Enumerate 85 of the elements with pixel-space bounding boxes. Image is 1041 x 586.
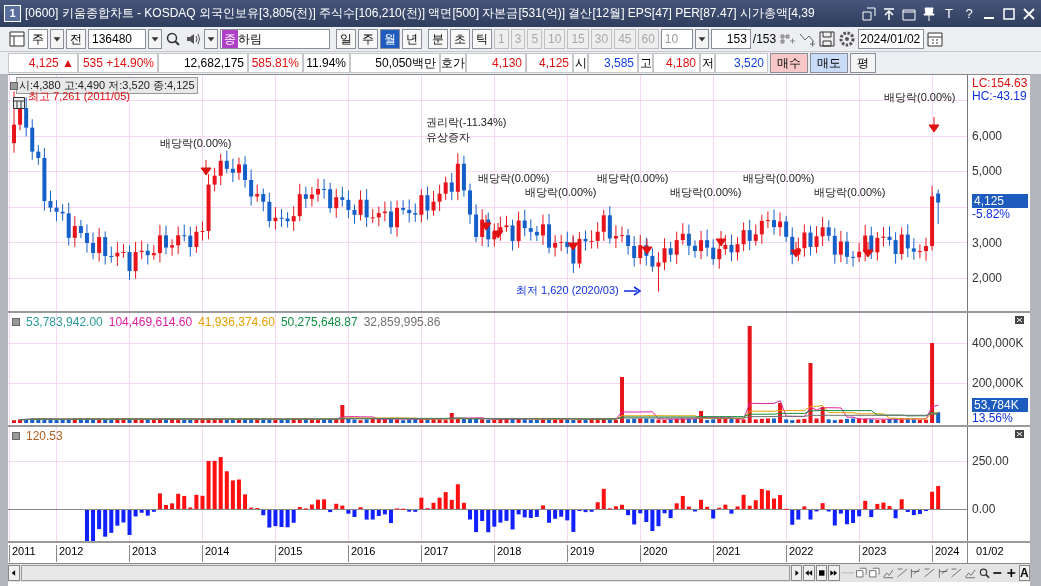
- low-label: 최저 1,620 (2020/03): [516, 283, 619, 298]
- date-label: 2013: [129, 545, 157, 562]
- text-size-button[interactable]: A: [1018, 565, 1030, 581]
- legend-value: 41,936,374.60: [198, 315, 275, 329]
- quote-value: 4,125 ▲: [8, 53, 78, 73]
- ratio-label: 13.56%: [972, 411, 1013, 425]
- title-text-button[interactable]: T: [941, 6, 957, 21]
- event-label: 유상증자: [426, 130, 470, 145]
- unit-dropdown[interactable]: 주: [28, 29, 48, 49]
- date-label: 2020: [640, 545, 668, 562]
- date-label: 2021: [713, 545, 741, 562]
- axis-label: LC:154.63: [972, 76, 1028, 90]
- price-tick: 5,000: [972, 164, 1003, 178]
- event-label: 배당락(0.00%): [670, 185, 742, 200]
- event-label: 배당락(0.00%): [597, 171, 669, 186]
- quote-value: 4,130: [466, 53, 526, 73]
- stock-name: 하림: [238, 30, 262, 48]
- title-text-button[interactable]: ?: [961, 6, 977, 21]
- oscillator-tick: 250.00: [972, 454, 1009, 468]
- stock-type-badge: 종: [222, 30, 238, 48]
- date-label: 2015: [275, 545, 303, 562]
- price-tick: 3,000: [972, 236, 1003, 250]
- quote-value: 11.94%: [303, 53, 350, 73]
- quote-value: 저: [700, 53, 715, 73]
- date-label: 2011: [9, 545, 36, 562]
- legend-value: 104,469,614.60: [108, 315, 193, 329]
- period-tab[interactable]: 분: [428, 29, 448, 49]
- legend-value: 120.53: [26, 429, 63, 443]
- quote-value: 4,180: [653, 53, 700, 73]
- count-field[interactable]: 153: [710, 29, 751, 49]
- quote-value: 4,125: [526, 53, 573, 73]
- period-tab[interactable]: 틱: [472, 29, 492, 49]
- volume-tick: 200,000K: [972, 376, 1024, 390]
- quote-value: 585.81%: [248, 53, 303, 73]
- date-label: 2016: [348, 545, 376, 562]
- legend-value: 53,783,942.00: [26, 315, 103, 329]
- event-label: 배당락(0.00%): [160, 136, 232, 151]
- prev-button[interactable]: 전: [66, 29, 86, 49]
- date-field[interactable]: 2024/01/02: [858, 29, 925, 49]
- legend-value: 50,275,648.87: [280, 315, 358, 329]
- date-label: 2022: [786, 545, 814, 562]
- date-label: 2019: [567, 545, 595, 562]
- date-label: 2018: [494, 545, 522, 562]
- volume-tick: 400,000K: [972, 336, 1024, 350]
- price-tick: 6,000: [972, 129, 1003, 143]
- quote-value: 3,520: [715, 53, 768, 73]
- quote-value: 3,585: [588, 53, 638, 73]
- change-label: -5.82%: [972, 207, 1011, 221]
- current-price-tag: 4,125: [972, 194, 1028, 208]
- event-label: 배당락(0.00%): [743, 171, 815, 186]
- quote-value: 시: [573, 53, 588, 73]
- date-label: 2017: [421, 545, 449, 562]
- window-number: 1: [4, 5, 21, 22]
- date-label: 01/02: [967, 543, 1030, 563]
- order-button[interactable]: 매수: [770, 53, 808, 73]
- code-field[interactable]: 136480: [88, 29, 146, 49]
- date-label: 2014: [202, 545, 230, 562]
- event-label: 배당락(0.00%): [525, 185, 597, 200]
- quote-value: 호가: [440, 53, 466, 73]
- order-button[interactable]: 평: [850, 53, 876, 73]
- period-tab[interactable]: 월: [380, 29, 400, 49]
- period-tab[interactable]: 일: [336, 29, 356, 49]
- date-label: 2012: [56, 545, 84, 562]
- period-tab[interactable]: 초: [450, 29, 470, 49]
- period-tab[interactable]: 주: [358, 29, 378, 49]
- quote-value: 50,050백만: [350, 53, 440, 73]
- event-label: 배당락(0.00%): [478, 171, 550, 186]
- event-label: 배당락(0.00%): [884, 90, 956, 105]
- price-tick: 2,000: [972, 271, 1003, 285]
- quote-value: 12,682,175: [158, 53, 248, 73]
- quote-value: 535 +14.90%: [78, 53, 158, 73]
- axis-label: HC:-43.19: [972, 89, 1027, 103]
- quote-value: 고: [638, 53, 653, 73]
- legend-value: 32,859,995.86: [363, 315, 441, 329]
- event-label: 권리락(-11.34%): [426, 115, 507, 130]
- current-volume-tag: 53,784K: [972, 398, 1028, 412]
- count-total: /153: [752, 32, 777, 46]
- date-label: 2024: [932, 545, 960, 562]
- window-title: [0600] 키움종합차트 - KOSDAQ 외국인보유[3,805(천)] 주식수[106,210(천)] 액면[500] 자본금[531(억)] 결산[12월] EPS[47] PER[87.47] 시가총액[4,39: [25, 5, 816, 22]
- event-label: 배당락(0.00%): [814, 185, 886, 200]
- period-tab[interactable]: 년: [402, 29, 422, 49]
- date-label: 2023: [859, 545, 887, 562]
- oscillator-tick: 0.00: [972, 502, 996, 516]
- stock-name-field[interactable]: 종 하림: [220, 29, 330, 49]
- order-button[interactable]: 매도: [810, 53, 848, 73]
